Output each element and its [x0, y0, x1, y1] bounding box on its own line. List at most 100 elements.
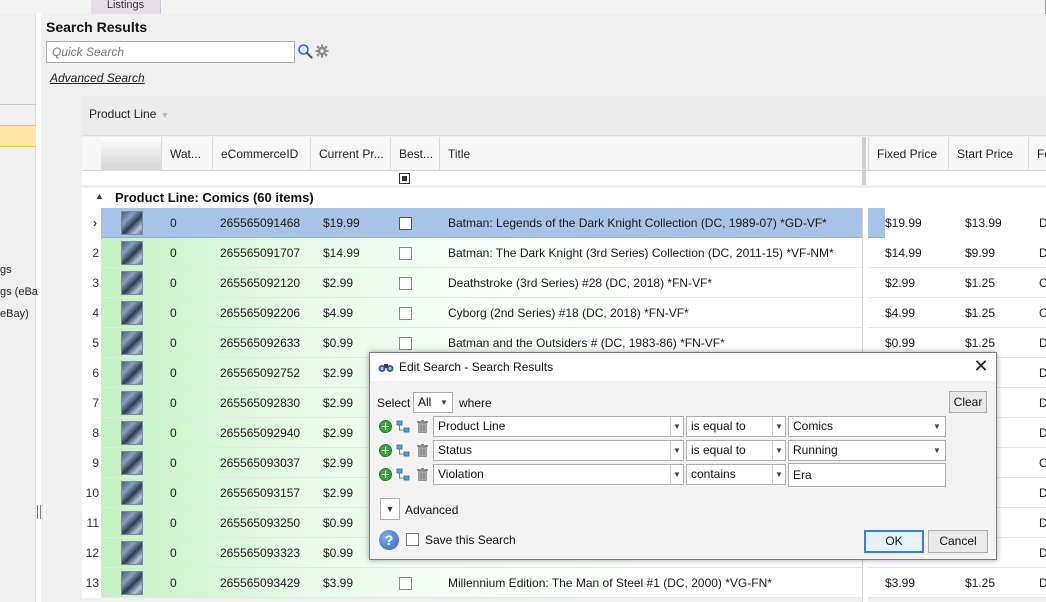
best-offer-checkbox[interactable] — [399, 247, 412, 260]
comic-thumbnail[interactable] — [121, 571, 143, 595]
save-search-checkbox[interactable] — [406, 533, 419, 546]
row-number-label: 10 — [85, 486, 99, 500]
condition-value-dropdown[interactable]: Running ▼ — [788, 440, 946, 461]
best-offer-filter-checkbox[interactable] — [399, 173, 410, 184]
comic-thumbnail[interactable] — [121, 271, 143, 295]
condition-operator-dropdown[interactable]: contains ▼ — [686, 464, 786, 485]
comic-thumbnail[interactable] — [121, 481, 143, 505]
cell-current-price: $2.99 — [323, 486, 354, 500]
collapse-icon[interactable]: ▲ — [95, 191, 104, 201]
comic-thumbnail[interactable] — [121, 541, 143, 565]
condition-field-dropdown[interactable]: Status ▼ — [433, 440, 684, 461]
group-chip-label: Product Line — [89, 107, 157, 121]
help-icon[interactable]: ? — [379, 530, 399, 550]
best-offer-checkbox[interactable] — [399, 307, 412, 320]
row-number[interactable]: 9 — [82, 448, 101, 478]
ok-button[interactable]: OK — [864, 530, 924, 553]
delete-condition-icon[interactable] — [417, 444, 428, 457]
filter-row — [82, 171, 1046, 185]
row-number[interactable]: 6 — [82, 358, 101, 388]
cell-current-price: $14.99 — [323, 246, 360, 260]
table-row[interactable]: 4 0 265565092206 $4.99 Cyborg (2nd Series) #… — [82, 298, 1046, 328]
gear-icon[interactable] — [315, 44, 329, 58]
group-condition-icon[interactable] — [396, 420, 410, 433]
sidebar-item[interactable]: gs — [0, 264, 12, 276]
group-chip-product-line[interactable]: Product Line ▼ — [89, 107, 169, 121]
group-condition-icon[interactable] — [396, 468, 410, 481]
row-number[interactable]: 3 — [82, 268, 101, 298]
best-offer-checkbox[interactable] — [399, 337, 412, 350]
add-condition-icon[interactable] — [379, 468, 392, 481]
row-number[interactable]: 2 — [82, 238, 101, 268]
delete-condition-icon[interactable] — [417, 468, 428, 481]
advanced-search-link[interactable]: Advanced Search — [50, 71, 145, 85]
row-number[interactable]: 13 — [82, 568, 101, 598]
column-header-start-price[interactable]: Start Price — [948, 137, 1028, 171]
column-header-fixed-price[interactable]: Fixed Price — [868, 137, 948, 171]
column-header-watchers[interactable]: Wat... — [161, 137, 212, 171]
condition-field-dropdown[interactable]: Product Line ▼ — [433, 416, 684, 437]
column-header-ecommerce-id[interactable]: eCommerceID — [212, 137, 310, 171]
comic-thumbnail[interactable] — [121, 451, 143, 475]
condition-operator-value: contains — [691, 467, 736, 481]
comic-thumbnail[interactable] — [121, 421, 143, 445]
best-offer-checkbox[interactable] — [399, 277, 412, 290]
condition-value-dropdown[interactable]: Comics ▼ — [788, 416, 946, 437]
add-condition-icon[interactable] — [379, 444, 392, 457]
condition-operator-dropdown[interactable]: is equal to ▼ — [686, 416, 786, 437]
table-row[interactable]: 13 0 265565093429 $3.99 Millennium Edition: … — [82, 568, 1046, 598]
cell-watchers: 0 — [170, 306, 177, 320]
table-row[interactable]: 2 0 265565091707 $14.99 Batman: The Dark Kni… — [82, 238, 1046, 268]
row-number[interactable]: 8 — [82, 418, 101, 448]
sidebar-item[interactable]: gs (eBa — [0, 286, 38, 298]
cell-fixed-price: $14.99 — [885, 246, 922, 260]
table-row[interactable]: 3 0 265565092120 $2.99 Deathstroke (3rd Seri… — [82, 268, 1046, 298]
delete-condition-icon[interactable] — [417, 420, 428, 433]
row-number[interactable]: 5 — [82, 328, 101, 358]
cancel-button[interactable]: Cancel — [928, 530, 988, 553]
row-number[interactable]: 11 — [82, 508, 101, 538]
search-icon[interactable] — [297, 43, 313, 59]
dialog-title: Edit Search - Search Results — [399, 360, 554, 374]
frozen-column-divider[interactable] — [862, 137, 866, 185]
comic-thumbnail[interactable] — [121, 241, 143, 265]
cell-start-price: $13.99 — [965, 216, 1002, 230]
quick-search-input[interactable] — [46, 41, 295, 63]
cell-current-price: $0.99 — [323, 546, 354, 560]
column-header-best-offer[interactable]: Best... — [390, 137, 439, 171]
clear-button[interactable]: Clear — [949, 391, 987, 413]
cell-watchers: 0 — [170, 486, 177, 500]
select-mode-dropdown[interactable]: All ▼ — [413, 392, 453, 413]
best-offer-checkbox[interactable] — [399, 217, 412, 230]
cell-current-price: $2.99 — [323, 456, 354, 470]
comic-thumbnail[interactable] — [121, 361, 143, 385]
best-offer-checkbox[interactable] — [399, 577, 412, 590]
comic-thumbnail[interactable] — [121, 211, 143, 235]
row-number[interactable]: 7 — [82, 388, 101, 418]
row-right-cells: $14.99 $9.99 D — [885, 238, 1046, 268]
column-header-title[interactable]: Title — [439, 137, 862, 171]
column-header-current-price[interactable]: Current Pr... — [310, 137, 390, 171]
close-icon[interactable]: ✕ — [969, 355, 993, 379]
sidebar-item[interactable]: eBay) — [0, 308, 29, 320]
add-condition-icon[interactable] — [379, 420, 392, 433]
table-row[interactable]: › 0 265565091468 $19.99 Batman: Legends of t… — [82, 208, 1046, 238]
sidebar-selected-item[interactable] — [0, 125, 36, 147]
row-number[interactable]: 10 — [82, 478, 101, 508]
condition-field-dropdown[interactable]: Violation ▼ — [433, 464, 684, 485]
row-number[interactable]: › — [82, 208, 101, 238]
comic-thumbnail[interactable] — [121, 511, 143, 535]
advanced-toggle[interactable]: ▼ — [380, 498, 400, 520]
condition-value-input[interactable]: Era — [788, 463, 946, 487]
group-condition-icon[interactable] — [396, 444, 410, 457]
comic-thumbnail[interactable] — [121, 301, 143, 325]
condition-operator-dropdown[interactable]: is equal to ▼ — [686, 440, 786, 461]
row-number[interactable]: 4 — [82, 298, 101, 328]
tab-listings[interactable]: Listings — [91, 0, 161, 14]
column-header-format[interactable]: Fo — [1028, 137, 1046, 171]
chevron-down-icon: ▼ — [933, 446, 941, 455]
cell-title: Cyborg (2nd Series) #18 (DC, 2018) *FN-V… — [448, 306, 689, 320]
comic-thumbnail[interactable] — [121, 391, 143, 415]
row-number[interactable]: 12 — [82, 538, 101, 568]
comic-thumbnail[interactable] — [121, 331, 143, 355]
